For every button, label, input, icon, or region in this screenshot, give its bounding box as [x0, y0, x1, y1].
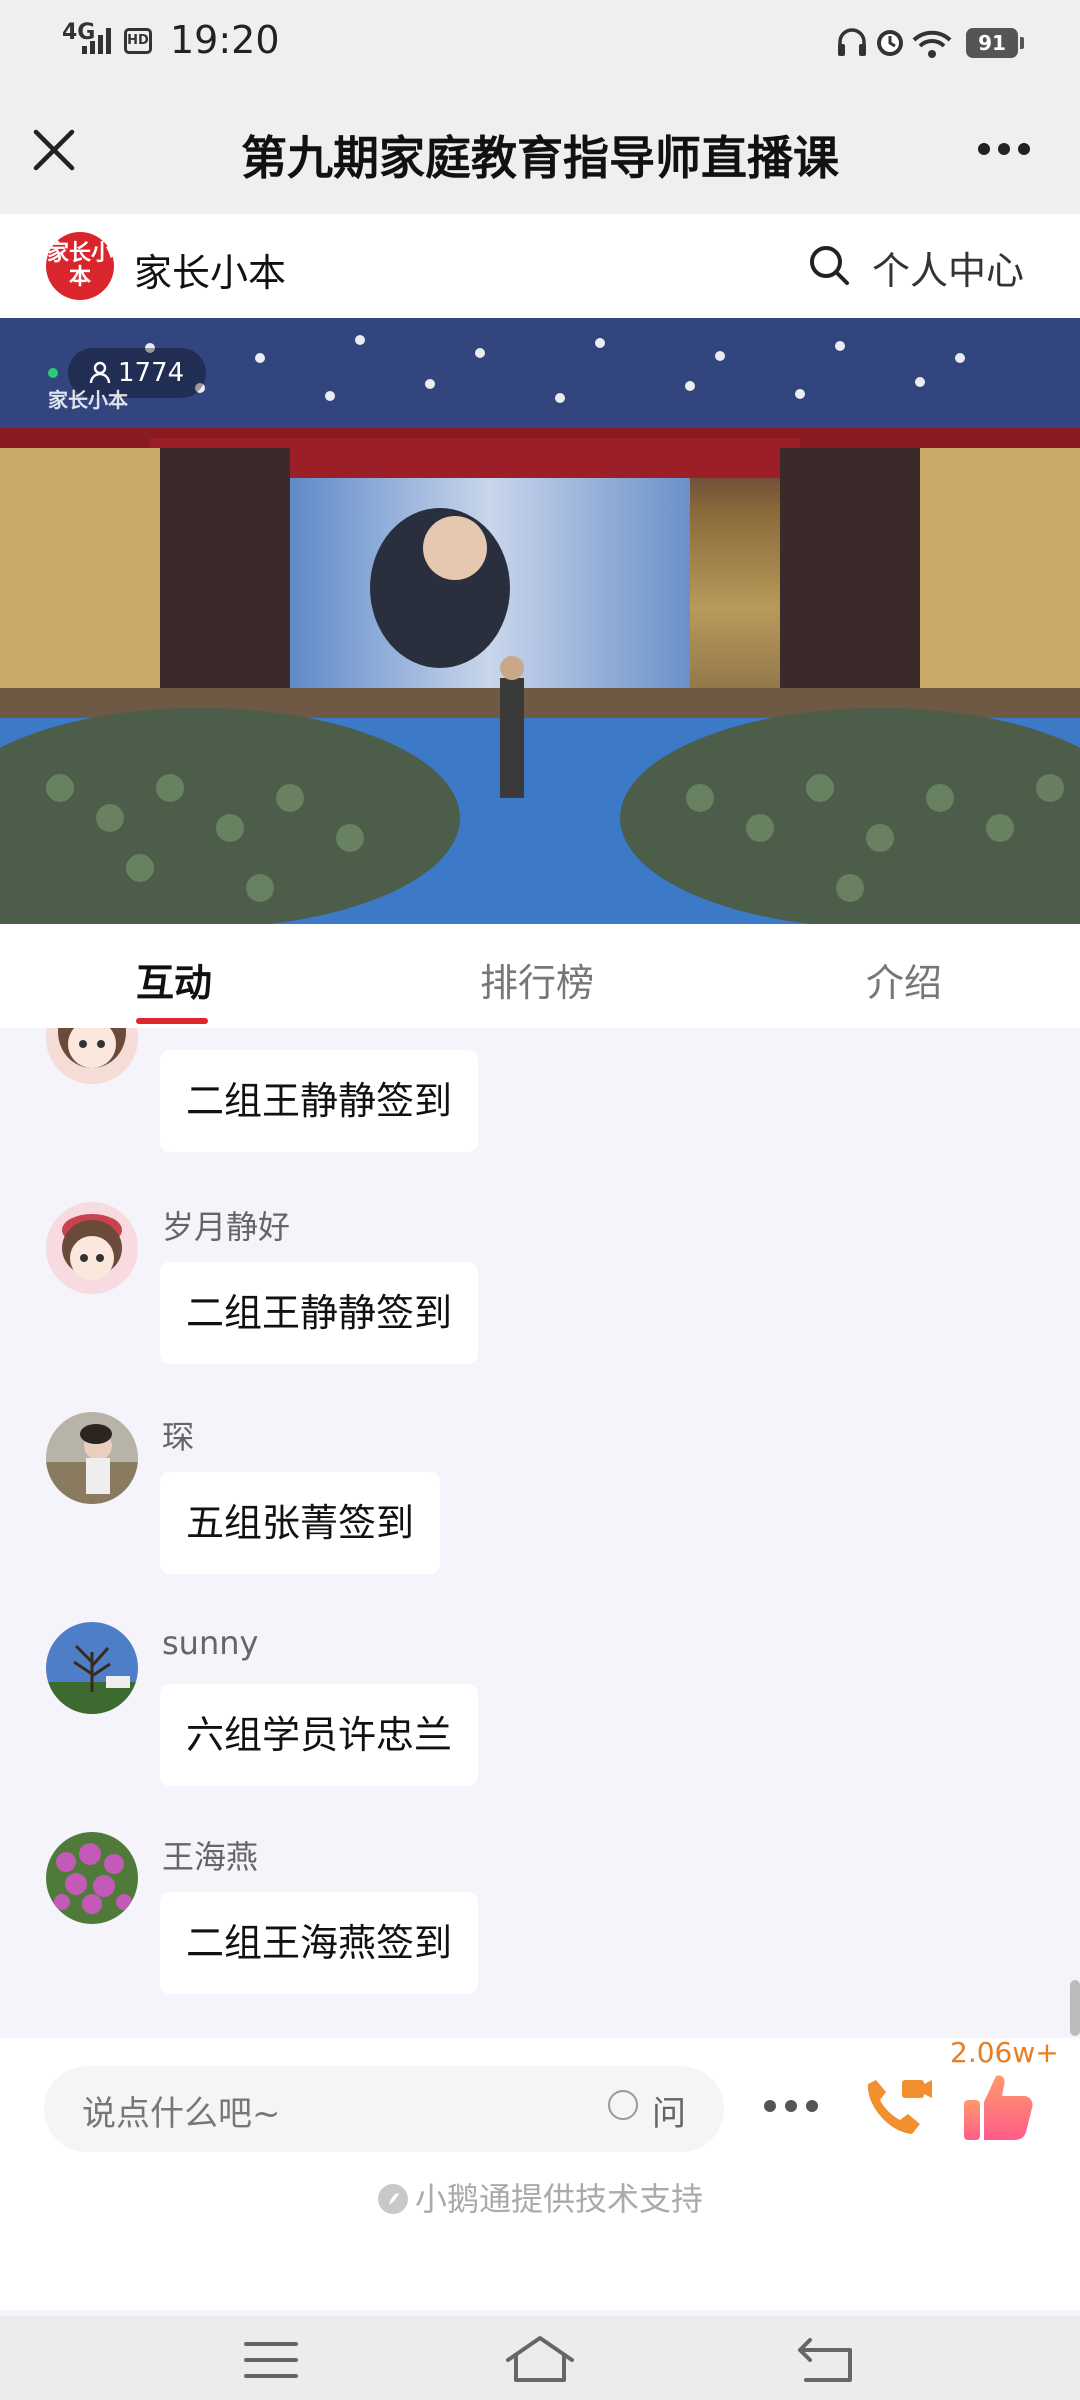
avatar — [46, 1622, 138, 1714]
live-video-player[interactable] — [0, 318, 1080, 924]
search-icon[interactable] — [808, 244, 850, 286]
chat-username: 王海燕 — [162, 1838, 259, 1876]
avatar — [46, 1202, 138, 1294]
user-icon — [88, 351, 112, 384]
back-icon[interactable] — [796, 2336, 854, 2384]
chat-scrollbar[interactable] — [1070, 1980, 1080, 2036]
tech-support-footer: 小鹅通提供技术支持 — [0, 2174, 1080, 2220]
chat-message-bubble: 六组学员许忠兰 — [160, 1684, 479, 1786]
chat-username: 琛 — [162, 1418, 195, 1456]
video-frame — [0, 318, 1080, 924]
chat-list[interactable]: 二组王静静签到 岁月静好 二组王静静签到 琛 五组张菁签到 sunny 六组学员… — [0, 1028, 1080, 2038]
clock: 19:20 — [170, 18, 280, 62]
menu-icon[interactable] — [244, 2340, 298, 2380]
avatar — [46, 1832, 138, 1924]
chat-message-bubble: 五组张菁签到 — [160, 1472, 441, 1574]
status-bar: 4G HD 19:20 91 — [0, 0, 1080, 82]
chat-username: sunny — [162, 1624, 259, 1662]
tab-ranking[interactable]: 排行榜 — [480, 952, 594, 1007]
channel-name[interactable]: 家长小本 — [134, 242, 286, 297]
more-options-icon[interactable] — [976, 134, 1032, 164]
video-watermark: 家长小本 — [48, 388, 128, 412]
title-bar: 第九期家庭教育指导师直播课 — [0, 82, 1080, 214]
channel-logo[interactable]: 家长小本 — [46, 232, 114, 300]
call-connect-icon[interactable] — [858, 2074, 934, 2144]
channel-header: 家长小本 家长小本 个人中心 — [0, 214, 1080, 318]
comment-placeholder: 说点什么吧~ — [82, 2094, 281, 2134]
tab-interaction[interactable]: 互动 — [136, 952, 212, 1007]
active-tab-underline — [136, 1018, 208, 1024]
battery-indicator: 91 — [966, 28, 1024, 58]
xiaoetong-logo-icon — [377, 2183, 409, 2215]
live-indicator-dot — [48, 368, 58, 378]
more-actions-icon[interactable] — [762, 2096, 820, 2116]
system-nav-bar — [0, 2316, 1080, 2400]
chat-message-bubble: 二组王静静签到 — [160, 1050, 479, 1152]
chat-username: 岁月静好 — [162, 1208, 291, 1246]
hd-icon: HD — [124, 28, 152, 54]
chat-message-bubble: 二组王静静签到 — [160, 1262, 479, 1364]
tab-bar: 互动 排行榜 介绍 — [0, 924, 1080, 1028]
personal-center-link[interactable]: 个人中心 — [872, 240, 1024, 295]
like-count: 2.06w+ — [950, 2036, 1059, 2069]
avatar — [46, 1412, 138, 1504]
chat-message-bubble: 二组王海燕签到 — [160, 1892, 479, 1994]
tab-introduction[interactable]: 介绍 — [866, 952, 942, 1007]
ask-question-label[interactable]: 问 — [652, 2086, 686, 2135]
comment-input[interactable]: 说点什么吧~ 问 — [44, 2066, 724, 2152]
ask-question-toggle[interactable] — [608, 2090, 638, 2120]
page-title: 第九期家庭教育指导师直播课 — [241, 131, 839, 185]
avatar — [46, 1028, 138, 1084]
tech-support-text: 小鹅通提供技术支持 — [414, 2180, 703, 2218]
signal-icon — [82, 28, 111, 54]
thumbs-up-icon[interactable] — [960, 2068, 1036, 2144]
home-icon[interactable] — [504, 2334, 576, 2384]
